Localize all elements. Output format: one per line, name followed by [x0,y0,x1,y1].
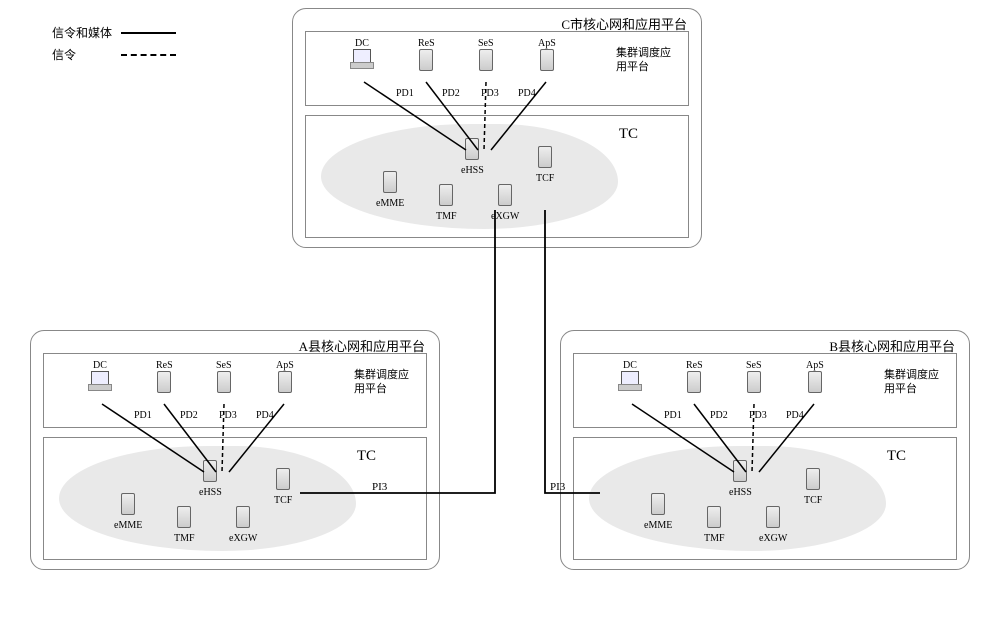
node-emme-a: eMME [114,493,142,531]
server-icon [687,371,701,393]
legend-dashed-label: 信令 [52,46,112,63]
node-ehss-a: eHSS [199,460,222,498]
pd3-b: PD3 [749,410,767,421]
node-tmf-b: TMF [704,506,725,544]
server-icon [236,506,250,528]
node-ehss-c: eHSS [461,138,484,176]
tc-box-a: TC eHSS TCF eMME TMF eXGW [43,437,427,560]
node-dc-a: DC [88,360,112,396]
server-icon [157,371,171,393]
tc-box-c: TC eHSS TCF eMME TMF eXGW [305,115,689,238]
server-icon [465,138,479,160]
server-icon [217,371,231,393]
pd3-a: PD3 [219,410,237,421]
app-box-a: 集群调度应用平台 DC ReS SeS ApS PD1 PD2 PD3 PD4 [43,353,427,428]
node-tmf-a: TMF [174,506,195,544]
computer-icon [618,371,642,391]
server-icon [733,460,747,482]
pi3-label-a: PI3 [372,481,387,493]
app-box-c: 集群调度应用平台 DC ReS SeS ApS PD1 PD2 PD3 PD4 [305,31,689,106]
tc-label-c: TC [619,126,638,143]
server-icon [479,49,493,71]
server-icon [538,146,552,168]
pd1-c: PD1 [396,88,414,99]
pd2-a: PD2 [180,410,198,421]
pd4-a: PD4 [256,410,274,421]
server-icon [747,371,761,393]
server-icon [439,184,453,206]
node-exgw-b: eXGW [759,506,787,544]
pd3-c: PD3 [481,88,499,99]
legend-solid-label: 信令和媒体 [52,24,112,41]
node-ses-b: SeS [746,360,762,398]
platform-a: A县核心网和应用平台 集群调度应用平台 DC ReS SeS ApS PD1 P… [30,330,440,570]
pd4-b: PD4 [786,410,804,421]
tc-box-b: TC eHSS TCF eMME TMF eXGW [573,437,957,560]
server-icon [383,171,397,193]
node-tcf-b: TCF [804,468,822,506]
server-icon [651,493,665,515]
server-icon [707,506,721,528]
node-ses-a: SeS [216,360,232,398]
node-exgw-a: eXGW [229,506,257,544]
node-res-b: ReS [686,360,703,398]
server-icon [806,468,820,490]
tc-label-b: TC [887,448,906,465]
platform-c: C市核心网和应用平台 集群调度应用平台 DC ReS SeS ApS PD1 P… [292,8,702,248]
dashed-line-icon [121,54,176,56]
server-icon [419,49,433,71]
pd1-b: PD1 [664,410,682,421]
node-tcf-a: TCF [274,468,292,506]
solid-line-icon [121,32,176,34]
node-tcf-c: TCF [536,146,554,184]
node-res-c: ReS [418,38,435,76]
pd2-c: PD2 [442,88,460,99]
tc-label-a: TC [357,448,376,465]
app-box-b: 集群调度应用平台 DC ReS SeS ApS PD1 PD2 PD3 PD4 [573,353,957,428]
computer-icon [88,371,112,391]
node-emme-b: eMME [644,493,672,531]
node-tmf-c: TMF [436,184,457,222]
server-icon [808,371,822,393]
app-label-c: 集群调度应用平台 [616,46,678,75]
server-icon [540,49,554,71]
server-icon [498,184,512,206]
node-aps-a: ApS [276,360,294,398]
server-icon [766,506,780,528]
pi3-label-b: PI3 [550,481,565,493]
server-icon [203,460,217,482]
server-icon [177,506,191,528]
node-res-a: ReS [156,360,173,398]
pd2-b: PD2 [710,410,728,421]
node-ses-c: SeS [478,38,494,76]
server-icon [121,493,135,515]
node-aps-b: ApS [806,360,824,398]
app-label-b: 集群调度应用平台 [884,368,946,397]
node-exgw-c: eXGW [491,184,519,222]
server-icon [276,468,290,490]
node-ehss-b: eHSS [729,460,752,498]
node-aps-c: ApS [538,38,556,76]
server-icon [278,371,292,393]
pd1-a: PD1 [134,410,152,421]
pd4-c: PD4 [518,88,536,99]
node-dc-c: DC [350,38,374,74]
platform-b: B县核心网和应用平台 集群调度应用平台 DC ReS SeS ApS PD1 P… [560,330,970,570]
app-label-a: 集群调度应用平台 [354,368,416,397]
node-emme-c: eMME [376,171,404,209]
legend: 信令和媒体 信令 [52,24,176,63]
computer-icon [350,49,374,69]
node-dc-b: DC [618,360,642,396]
